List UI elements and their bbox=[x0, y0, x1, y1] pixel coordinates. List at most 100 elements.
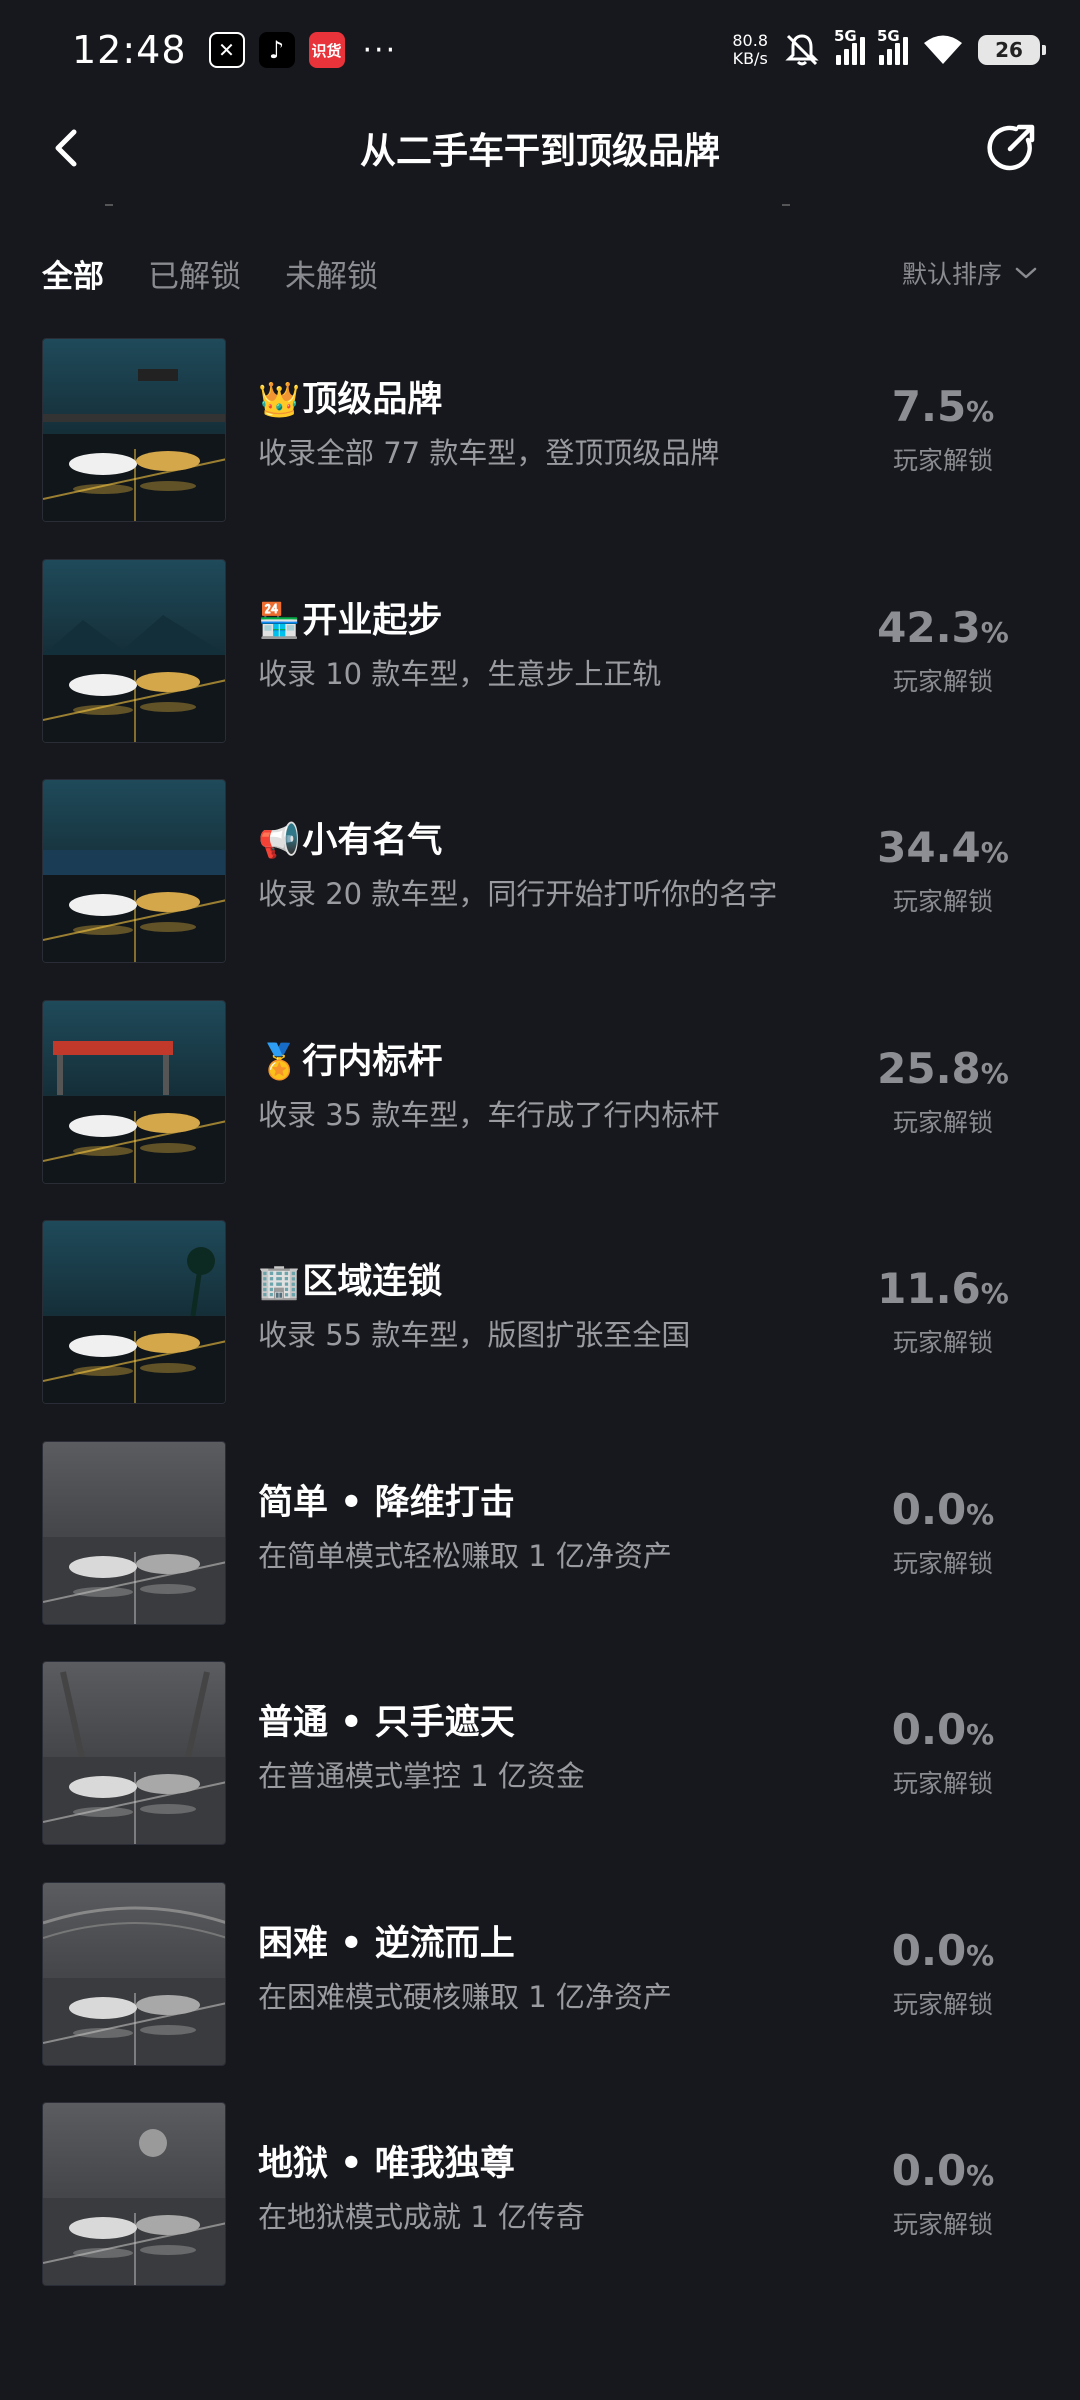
achievement-item-3[interactable]: 📢小有名气 收录 20 款车型，同行开始打听你的名字 34.4% 玩家解锁 bbox=[0, 779, 1080, 1000]
achievement-title: 🏪开业起步 bbox=[258, 599, 898, 643]
network-speed: 80.8 KB/s bbox=[732, 32, 768, 68]
more-notifications-icon: ··· bbox=[362, 32, 398, 68]
unlock-percentage-value: 34.4 bbox=[877, 823, 981, 872]
achievement-text: 简单 • 降维打击 在简单模式轻松赚取 1 亿净资产 bbox=[258, 1481, 898, 1575]
unlock-percentage: 0.0% bbox=[858, 2148, 1028, 2199]
unlock-percentage: 0.0% bbox=[858, 1927, 1028, 1979]
mute-bell-icon bbox=[782, 30, 822, 70]
header: 从二手车干到顶级品牌 bbox=[0, 108, 1080, 188]
status-bar: 12:48 ✕ ♪ 识货 ··· 80.8 KB/s 5G 5G 26 bbox=[0, 0, 1080, 100]
unlock-percentage-unit: % bbox=[966, 2159, 995, 2192]
achievement-item-5[interactable]: 🏢区域连锁 收录 55 款车型，版图扩张至全国 11.6% 玩家解锁 bbox=[0, 1220, 1080, 1441]
unlock-percentage-value: 7.5 bbox=[891, 382, 967, 431]
achievement-thumbnail bbox=[42, 999, 226, 1184]
unlock-percentage: 11.6% bbox=[858, 1266, 1028, 1317]
unlock-label: 玩家解锁 bbox=[892, 1328, 993, 1357]
achievement-unlock-stat: 42.3% 玩家解锁 bbox=[858, 604, 1028, 698]
shop-icon: 识货 bbox=[308, 32, 345, 68]
signal-5g-2-icon: 5G bbox=[877, 27, 908, 65]
unlock-percentage-value: 0.0 bbox=[891, 1705, 967, 1754]
battery-icon: 26 bbox=[978, 35, 1046, 65]
achievement-unlock-stat: 0.0% 玩家解锁 bbox=[858, 1707, 1028, 1800]
achievement-description: 在简单模式轻松赚取 1 亿净资产 bbox=[258, 1538, 672, 1573]
achievement-unlock-stat: 11.6% 玩家解锁 bbox=[858, 1266, 1028, 1359]
network-speed-value: 80.8 bbox=[732, 31, 768, 50]
page-title: 从二手车干到顶级品牌 bbox=[359, 131, 720, 172]
achievement-text: 🏪开业起步 收录 10 款车型，生意步上正轨 bbox=[258, 599, 898, 693]
achievement-description: 收录 35 款车型，车行成了行内标杆 bbox=[258, 1097, 720, 1132]
achievement-title: 🏅行内标杆 bbox=[258, 1040, 898, 1084]
share-button[interactable] bbox=[982, 118, 1042, 178]
tiktok-icon: ♪ bbox=[258, 32, 295, 68]
unlock-percentage: 34.4% bbox=[858, 825, 1028, 876]
achievement-item-9[interactable]: 地狱 • 唯我独尊 在地狱模式成就 1 亿传奇 0.0% 玩家解锁 bbox=[0, 2102, 1080, 2323]
achievement-emoji-icon: 📢 bbox=[258, 821, 301, 861]
achievement-item-2[interactable]: 🏪开业起步 收录 10 款车型，生意步上正轨 42.3% 玩家解锁 bbox=[0, 558, 1080, 780]
achievement-item-4[interactable]: 🏅行内标杆 收录 35 款车型，车行成了行内标杆 25.8% 玩家解锁 bbox=[0, 999, 1080, 1221]
achievement-thumbnail bbox=[42, 558, 226, 743]
unlock-percentage: 42.3% bbox=[858, 604, 1028, 656]
sort-dropdown[interactable]: 默认排序 bbox=[902, 255, 1038, 291]
signal-1-label: 5G bbox=[834, 27, 857, 45]
unlock-percentage-unit: % bbox=[966, 395, 995, 428]
unlock-label: 玩家解锁 bbox=[892, 1989, 993, 2019]
unlock-label: 玩家解锁 bbox=[892, 1107, 993, 1137]
unlock-percentage: 7.5% bbox=[858, 384, 1028, 435]
status-time: 12:48 bbox=[72, 28, 187, 72]
achievement-unlock-stat: 7.5% 玩家解锁 bbox=[858, 384, 1028, 477]
achievement-text: 👑顶级品牌 收录全部 77 款车型，登顶顶级品牌 bbox=[258, 378, 898, 472]
unlock-percentage: 0.0% bbox=[858, 1486, 1028, 1538]
achievement-text: 🏅行内标杆 收录 35 款车型，车行成了行内标杆 bbox=[258, 1040, 898, 1134]
achievement-description: 收录全部 77 款车型，登顶顶级品牌 bbox=[258, 436, 720, 470]
tab-all[interactable]: 全部 bbox=[42, 251, 104, 296]
unlock-label: 玩家解锁 bbox=[892, 666, 993, 696]
achievement-unlock-stat: 34.4% 玩家解锁 bbox=[858, 825, 1028, 918]
achievement-thumbnail bbox=[42, 1881, 226, 2066]
unlock-percentage-value: 11.6 bbox=[877, 1264, 981, 1313]
chevron-down-icon bbox=[1015, 267, 1037, 279]
achievement-unlock-stat: 25.8% 玩家解锁 bbox=[858, 1045, 1028, 1139]
achievement-title-text: 困难 • 逆流而上 bbox=[258, 1923, 515, 1964]
filter-tabs: 全部 已解锁 未解锁 默认排序 bbox=[42, 248, 1038, 298]
unlock-percentage-unit: % bbox=[980, 615, 1009, 649]
tab-unlocked[interactable]: 已解锁 bbox=[148, 251, 241, 296]
achievement-unlock-stat: 0.0% 玩家解锁 bbox=[858, 1927, 1028, 2021]
chevron-left-icon bbox=[55, 129, 77, 167]
achievement-title: 地狱 • 唯我独尊 bbox=[258, 2142, 898, 2186]
battery-level: 26 bbox=[995, 38, 1023, 62]
achievement-title: 简单 • 降维打击 bbox=[258, 1481, 898, 1525]
achievement-unlock-stat: 0.0% 玩家解锁 bbox=[858, 2148, 1028, 2241]
unlock-percentage-unit: % bbox=[966, 1938, 995, 1972]
unlock-percentage-unit: % bbox=[966, 1497, 995, 1531]
achievement-text: 普通 • 只手遮天 在普通模式掌控 1 亿资金 bbox=[258, 1701, 898, 1795]
achievement-title-text: 简单 • 降维打击 bbox=[258, 1482, 515, 1523]
achievement-description: 在普通模式掌控 1 亿资金 bbox=[258, 1759, 585, 1793]
unlock-percentage: 0.0% bbox=[858, 1707, 1028, 1758]
achievement-title-text: 行内标杆 bbox=[302, 1041, 443, 1082]
sort-label: 默认排序 bbox=[901, 260, 1002, 289]
back-button[interactable] bbox=[44, 124, 92, 172]
achievement-unlock-stat: 0.0% 玩家解锁 bbox=[858, 1486, 1028, 1580]
achievement-item-8[interactable]: 困难 • 逆流而上 在困难模式硬核赚取 1 亿净资产 0.0% 玩家解锁 bbox=[0, 1881, 1080, 2103]
achievement-item-6[interactable]: 简单 • 降维打击 在简单模式轻松赚取 1 亿净资产 0.0% 玩家解锁 bbox=[0, 1440, 1080, 1662]
achievement-description: 收录 20 款车型，同行开始打听你的名字 bbox=[258, 877, 778, 911]
achievement-emoji-icon: 👑 bbox=[258, 380, 301, 420]
status-right: 80.8 KB/s 5G 5G 26 bbox=[732, 27, 1046, 70]
unlock-percentage-unit: % bbox=[980, 836, 1009, 869]
achievement-description: 收录 10 款车型，生意步上正轨 bbox=[258, 656, 662, 691]
tab-locked[interactable]: 未解锁 bbox=[285, 251, 378, 296]
achievement-description: 在困难模式硬核赚取 1 亿净资产 bbox=[258, 1979, 672, 2014]
achievement-item-1[interactable]: 👑顶级品牌 收录全部 77 款车型，登顶顶级品牌 7.5% 玩家解锁 bbox=[0, 338, 1080, 559]
achievement-title: 普通 • 只手遮天 bbox=[258, 1701, 898, 1745]
achievement-item-7[interactable]: 普通 • 只手遮天 在普通模式掌控 1 亿资金 0.0% 玩家解锁 bbox=[0, 1661, 1080, 1882]
achievement-thumbnail bbox=[42, 338, 226, 522]
unlock-percentage-unit: % bbox=[980, 1056, 1009, 1090]
unlock-label: 玩家解锁 bbox=[892, 1769, 993, 1798]
achievement-title-text: 顶级品牌 bbox=[302, 380, 443, 420]
achievement-emoji-icon: 🏅 bbox=[258, 1041, 301, 1082]
achievement-emoji-icon: 🏪 bbox=[258, 600, 301, 641]
achievement-text: 📢小有名气 收录 20 款车型，同行开始打听你的名字 bbox=[258, 819, 898, 913]
achievement-text: 困难 • 逆流而上 在困难模式硬核赚取 1 亿净资产 bbox=[258, 1922, 898, 2016]
achievement-title-text: 普通 • 只手遮天 bbox=[258, 1703, 515, 1743]
achievement-title-text: 开业起步 bbox=[302, 600, 443, 641]
